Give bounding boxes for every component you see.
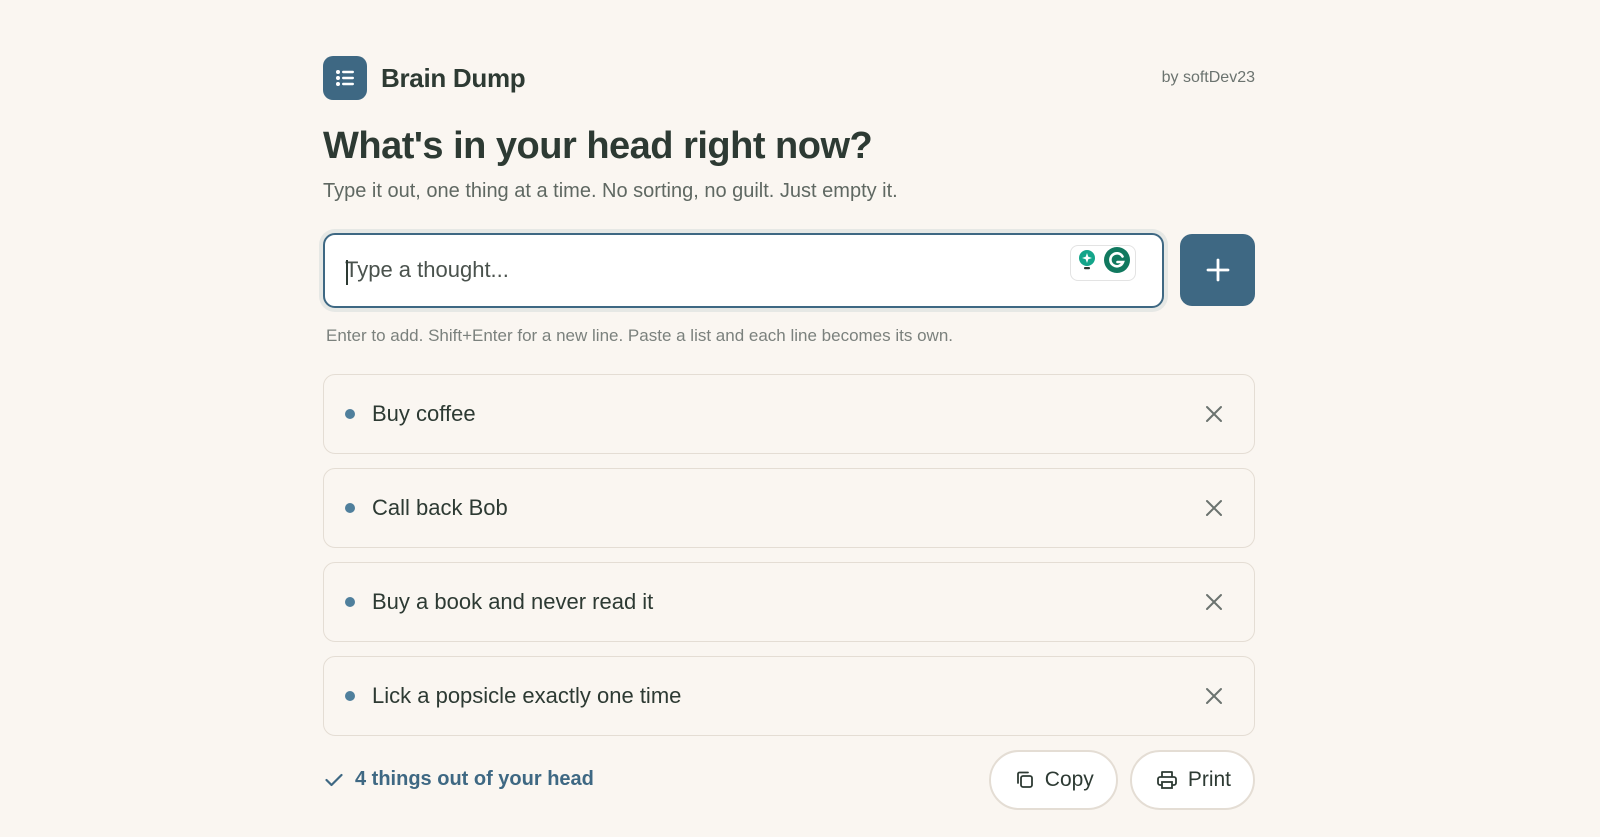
item-count: 4 things out of your head xyxy=(323,768,594,791)
list-item: Buy coffee xyxy=(323,373,1255,454)
list-item: Lick a popsicle exactly one time xyxy=(323,655,1255,736)
brand: Brain Dump xyxy=(323,56,526,100)
header: Brain Dump by softDev23 xyxy=(323,56,1255,100)
extension-icons xyxy=(1070,244,1137,281)
check-icon xyxy=(325,773,343,786)
page-title: What's in your head right now? xyxy=(323,125,873,167)
list-item: Buy a book and never read it xyxy=(323,561,1255,642)
remove-item-button[interactable] xyxy=(1202,402,1226,426)
input-row xyxy=(323,232,1255,308)
input-hint: Enter to add. Shift+Enter for a new line… xyxy=(326,325,953,345)
close-icon xyxy=(1206,499,1222,516)
thought-input-wrapper xyxy=(323,232,1165,308)
page-subtitle: Type it out, one thing at a time. No sor… xyxy=(323,179,898,202)
plus-icon xyxy=(1206,258,1229,282)
remove-item-button[interactable] xyxy=(1202,496,1226,520)
close-icon xyxy=(1206,405,1222,422)
remove-item-button[interactable] xyxy=(1202,590,1226,614)
footer-actions: Copy Print xyxy=(988,749,1255,810)
add-thought-button[interactable] xyxy=(1180,234,1255,307)
print-button-label: Print xyxy=(1187,767,1231,791)
list-item: Call back Bob xyxy=(323,467,1255,548)
grammarly-icon[interactable] xyxy=(1103,246,1131,279)
bullet-dot xyxy=(345,690,355,701)
list-item-text: Lick a popsicle exactly one time xyxy=(372,682,682,708)
list-icon xyxy=(323,56,367,100)
brand-name: Brain Dump xyxy=(381,62,526,93)
footer: 4 things out of your head Copy Print xyxy=(323,749,1255,810)
bullet-dot xyxy=(345,502,355,513)
printer-icon xyxy=(1156,770,1177,789)
list-item-text: Buy a book and never read it xyxy=(372,588,654,614)
item-count-label: 4 things out of your head xyxy=(355,768,594,791)
copy-icon xyxy=(1016,771,1033,788)
text-caret xyxy=(346,259,348,285)
byline: by softDev23 xyxy=(1161,69,1255,86)
app-container: Brain Dump by softDev23 What's in your h… xyxy=(323,56,1255,810)
remove-item-button[interactable] xyxy=(1202,684,1226,708)
thought-list: Buy coffee Call back Bob Buy a book and … xyxy=(323,373,1255,736)
thought-input[interactable] xyxy=(345,234,1045,306)
copy-button[interactable]: Copy xyxy=(988,749,1118,810)
list-item-text: Call back Bob xyxy=(372,494,508,520)
close-icon xyxy=(1206,687,1222,704)
bullet-dot xyxy=(345,596,355,607)
close-icon xyxy=(1206,593,1222,610)
list-item-text: Buy coffee xyxy=(372,400,476,426)
print-button[interactable]: Print xyxy=(1129,749,1255,810)
copy-button-label: Copy xyxy=(1044,767,1094,791)
bullet-dot xyxy=(345,408,355,419)
lightbulb-icon[interactable] xyxy=(1075,248,1099,277)
